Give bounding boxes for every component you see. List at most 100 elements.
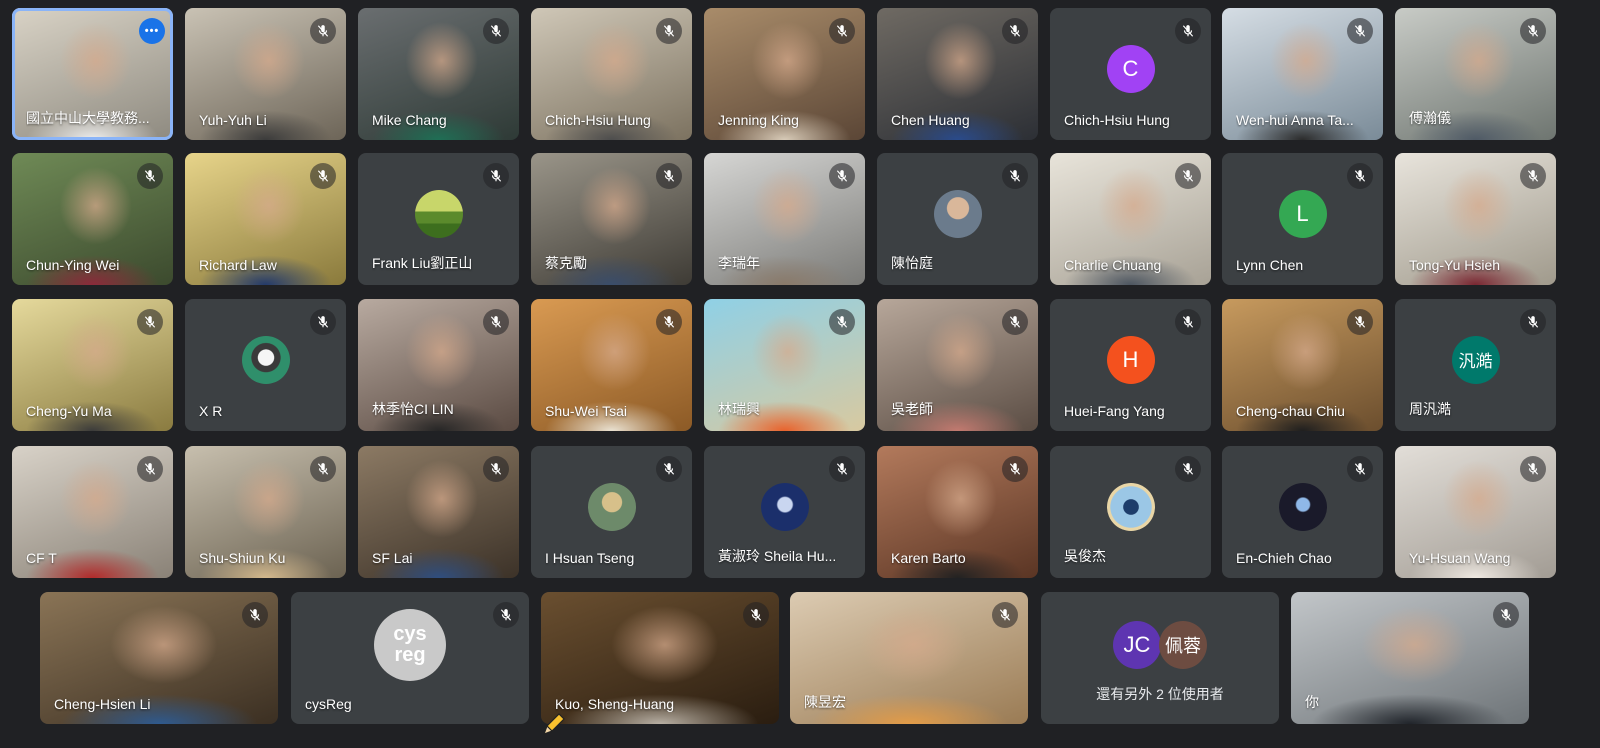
participant-name: Karen Barto xyxy=(891,550,966,566)
participant-tile[interactable]: X R xyxy=(185,299,346,431)
participant-tile[interactable]: Yu-Hsuan Wang xyxy=(1395,446,1556,578)
participant-tile[interactable]: 陳昱宏 xyxy=(790,592,1028,724)
mic-off-icon xyxy=(1175,163,1201,189)
mic-off-icon xyxy=(1520,456,1546,482)
participant-tile[interactable]: 吳俊杰 xyxy=(1050,446,1211,578)
participant-tile[interactable]: Richard Law xyxy=(185,153,346,285)
participant-tile[interactable]: Chun-Ying Wei xyxy=(12,153,173,285)
mic-off-icon xyxy=(1347,309,1373,335)
participant-name: Huei-Fang Yang xyxy=(1064,403,1165,419)
mic-off-icon xyxy=(483,18,509,44)
more-options-icon[interactable]: ••• xyxy=(139,18,165,44)
participant-avatar: C xyxy=(1106,44,1155,93)
participant-name: Yuh-Yuh Li xyxy=(199,112,267,128)
participant-name: 吳老師 xyxy=(891,401,933,417)
mic-off-icon xyxy=(242,602,268,628)
participant-tile[interactable]: SF Lai xyxy=(358,446,519,578)
participant-tile[interactable]: I Hsuan Tseng xyxy=(531,446,692,578)
mic-off-icon xyxy=(1175,18,1201,44)
participant-tile[interactable]: 林季怡CI LIN xyxy=(358,299,519,431)
participant-tile[interactable]: Yuh-Yuh Li xyxy=(185,8,346,140)
mic-off-icon xyxy=(829,163,855,189)
mic-off-icon xyxy=(656,456,682,482)
mic-off-icon xyxy=(1175,456,1201,482)
participant-tile[interactable]: 傅瀚儀 xyxy=(1395,8,1556,140)
participant-name: 陳昱宏 xyxy=(804,694,846,710)
participant-tile[interactable]: 吳老師 xyxy=(877,299,1038,431)
participant-tile[interactable]: 林瑞興 xyxy=(704,299,865,431)
participant-tile[interactable]: Charlie Chuang xyxy=(1050,153,1211,285)
participant-tile[interactable]: Karen Barto xyxy=(877,446,1038,578)
participant-tile[interactable]: Jenning King xyxy=(704,8,865,140)
participant-name: I Hsuan Tseng xyxy=(545,550,635,566)
participant-tile[interactable]: Shu-Wei Tsai xyxy=(531,299,692,431)
participant-tile[interactable]: 李瑞年 xyxy=(704,153,865,285)
mic-off-icon xyxy=(1493,602,1519,628)
participant-tile[interactable]: CF T xyxy=(12,446,173,578)
participant-tile[interactable]: Mike Chang xyxy=(358,8,519,140)
mic-off-icon xyxy=(310,18,336,44)
participant-name: Frank Liu劉正山 xyxy=(372,255,473,271)
participant-tile[interactable]: JC 佩蓉 還有另外 2 位使用者 xyxy=(1041,592,1279,724)
participant-tile[interactable]: 你 xyxy=(1291,592,1529,724)
participant-tile[interactable]: Shu-Shiun Ku xyxy=(185,446,346,578)
participant-name: 吳俊杰 xyxy=(1064,548,1106,564)
participant-tile[interactable]: Cheng-Hsien Li xyxy=(40,592,278,724)
participant-tile[interactable]: Kuo, Sheng-Huang xyxy=(541,592,779,724)
participant-tile[interactable]: Frank Liu劉正山 xyxy=(358,153,519,285)
participant-name: Chun-Ying Wei xyxy=(26,257,120,273)
participant-tile[interactable]: ••• 國立中山大學教務... xyxy=(12,8,173,140)
participant-profile-photo xyxy=(414,189,463,238)
participant-tile[interactable]: Chich-Hsiu Hung xyxy=(531,8,692,140)
participant-name: Chich-Hsiu Hung xyxy=(1064,112,1170,128)
participant-tile[interactable]: L Lynn Chen xyxy=(1222,153,1383,285)
participant-name: 黃淑玲 Sheila Hu... xyxy=(718,548,837,564)
participant-name: Shu-Wei Tsai xyxy=(545,403,627,419)
mic-off-icon xyxy=(656,163,682,189)
participant-name: Yu-Hsuan Wang xyxy=(1409,550,1511,566)
participant-name: Lynn Chen xyxy=(1236,257,1304,273)
participant-name: 林瑞興 xyxy=(718,401,760,417)
participant-name: Wen-hui Anna Ta... xyxy=(1236,112,1354,128)
participant-tile[interactable]: 蔡克勵 xyxy=(531,153,692,285)
mic-off-icon xyxy=(483,309,509,335)
mic-off-icon xyxy=(829,456,855,482)
mic-off-icon xyxy=(1002,163,1028,189)
participant-name: Cheng-chau Chiu xyxy=(1236,403,1345,419)
mic-off-icon xyxy=(829,309,855,335)
participant-tile[interactable]: En-Chieh Chao xyxy=(1222,446,1383,578)
participant-tile[interactable]: Cheng-chau Chiu xyxy=(1222,299,1383,431)
participant-tile[interactable]: Cheng-Yu Ma xyxy=(12,299,173,431)
participant-tile[interactable]: cys reg cysReg xyxy=(291,592,529,724)
participant-name: Cheng-Yu Ma xyxy=(26,403,112,419)
participant-tile[interactable]: Wen-hui Anna Ta... xyxy=(1222,8,1383,140)
participant-tile[interactable]: 汎澔 周汎澔 xyxy=(1395,299,1556,431)
participant-avatar: L xyxy=(1278,189,1327,238)
mic-off-icon xyxy=(493,602,519,628)
mic-off-icon xyxy=(656,18,682,44)
participant-tile[interactable]: 黃淑玲 Sheila Hu... xyxy=(704,446,865,578)
participant-tile[interactable]: Tong-Yu Hsieh xyxy=(1395,153,1556,285)
mic-off-icon xyxy=(310,456,336,482)
mic-off-icon xyxy=(656,309,682,335)
participant-profile-photo xyxy=(241,335,290,384)
participant-tile[interactable]: H Huei-Fang Yang xyxy=(1050,299,1211,431)
participant-name: SF Lai xyxy=(372,550,413,566)
participant-profile-photo xyxy=(587,482,636,531)
participant-profile-photo xyxy=(933,189,982,238)
participant-name: Charlie Chuang xyxy=(1064,257,1162,273)
participant-name: CF T xyxy=(26,550,57,566)
participant-name: 李瑞年 xyxy=(718,255,760,271)
participant-tile[interactable]: 陳怡庭 xyxy=(877,153,1038,285)
participant-tile[interactable]: Chen Huang xyxy=(877,8,1038,140)
participant-avatar: H xyxy=(1106,335,1155,384)
other-participants-label: 還有另外 2 位使用者 xyxy=(1096,686,1224,702)
participant-grid: ••• 國立中山大學教務... Yuh-Yuh Li Mike Chang Chich-… xyxy=(0,0,1600,748)
mic-off-icon xyxy=(992,602,1018,628)
participant-name: 你 xyxy=(1305,694,1319,710)
mic-off-icon xyxy=(1520,309,1546,335)
mic-off-icon xyxy=(1002,456,1028,482)
participant-tile[interactable]: C Chich-Hsiu Hung xyxy=(1050,8,1211,140)
mic-off-icon xyxy=(1002,309,1028,335)
participant-avatar: cys reg xyxy=(374,608,446,681)
